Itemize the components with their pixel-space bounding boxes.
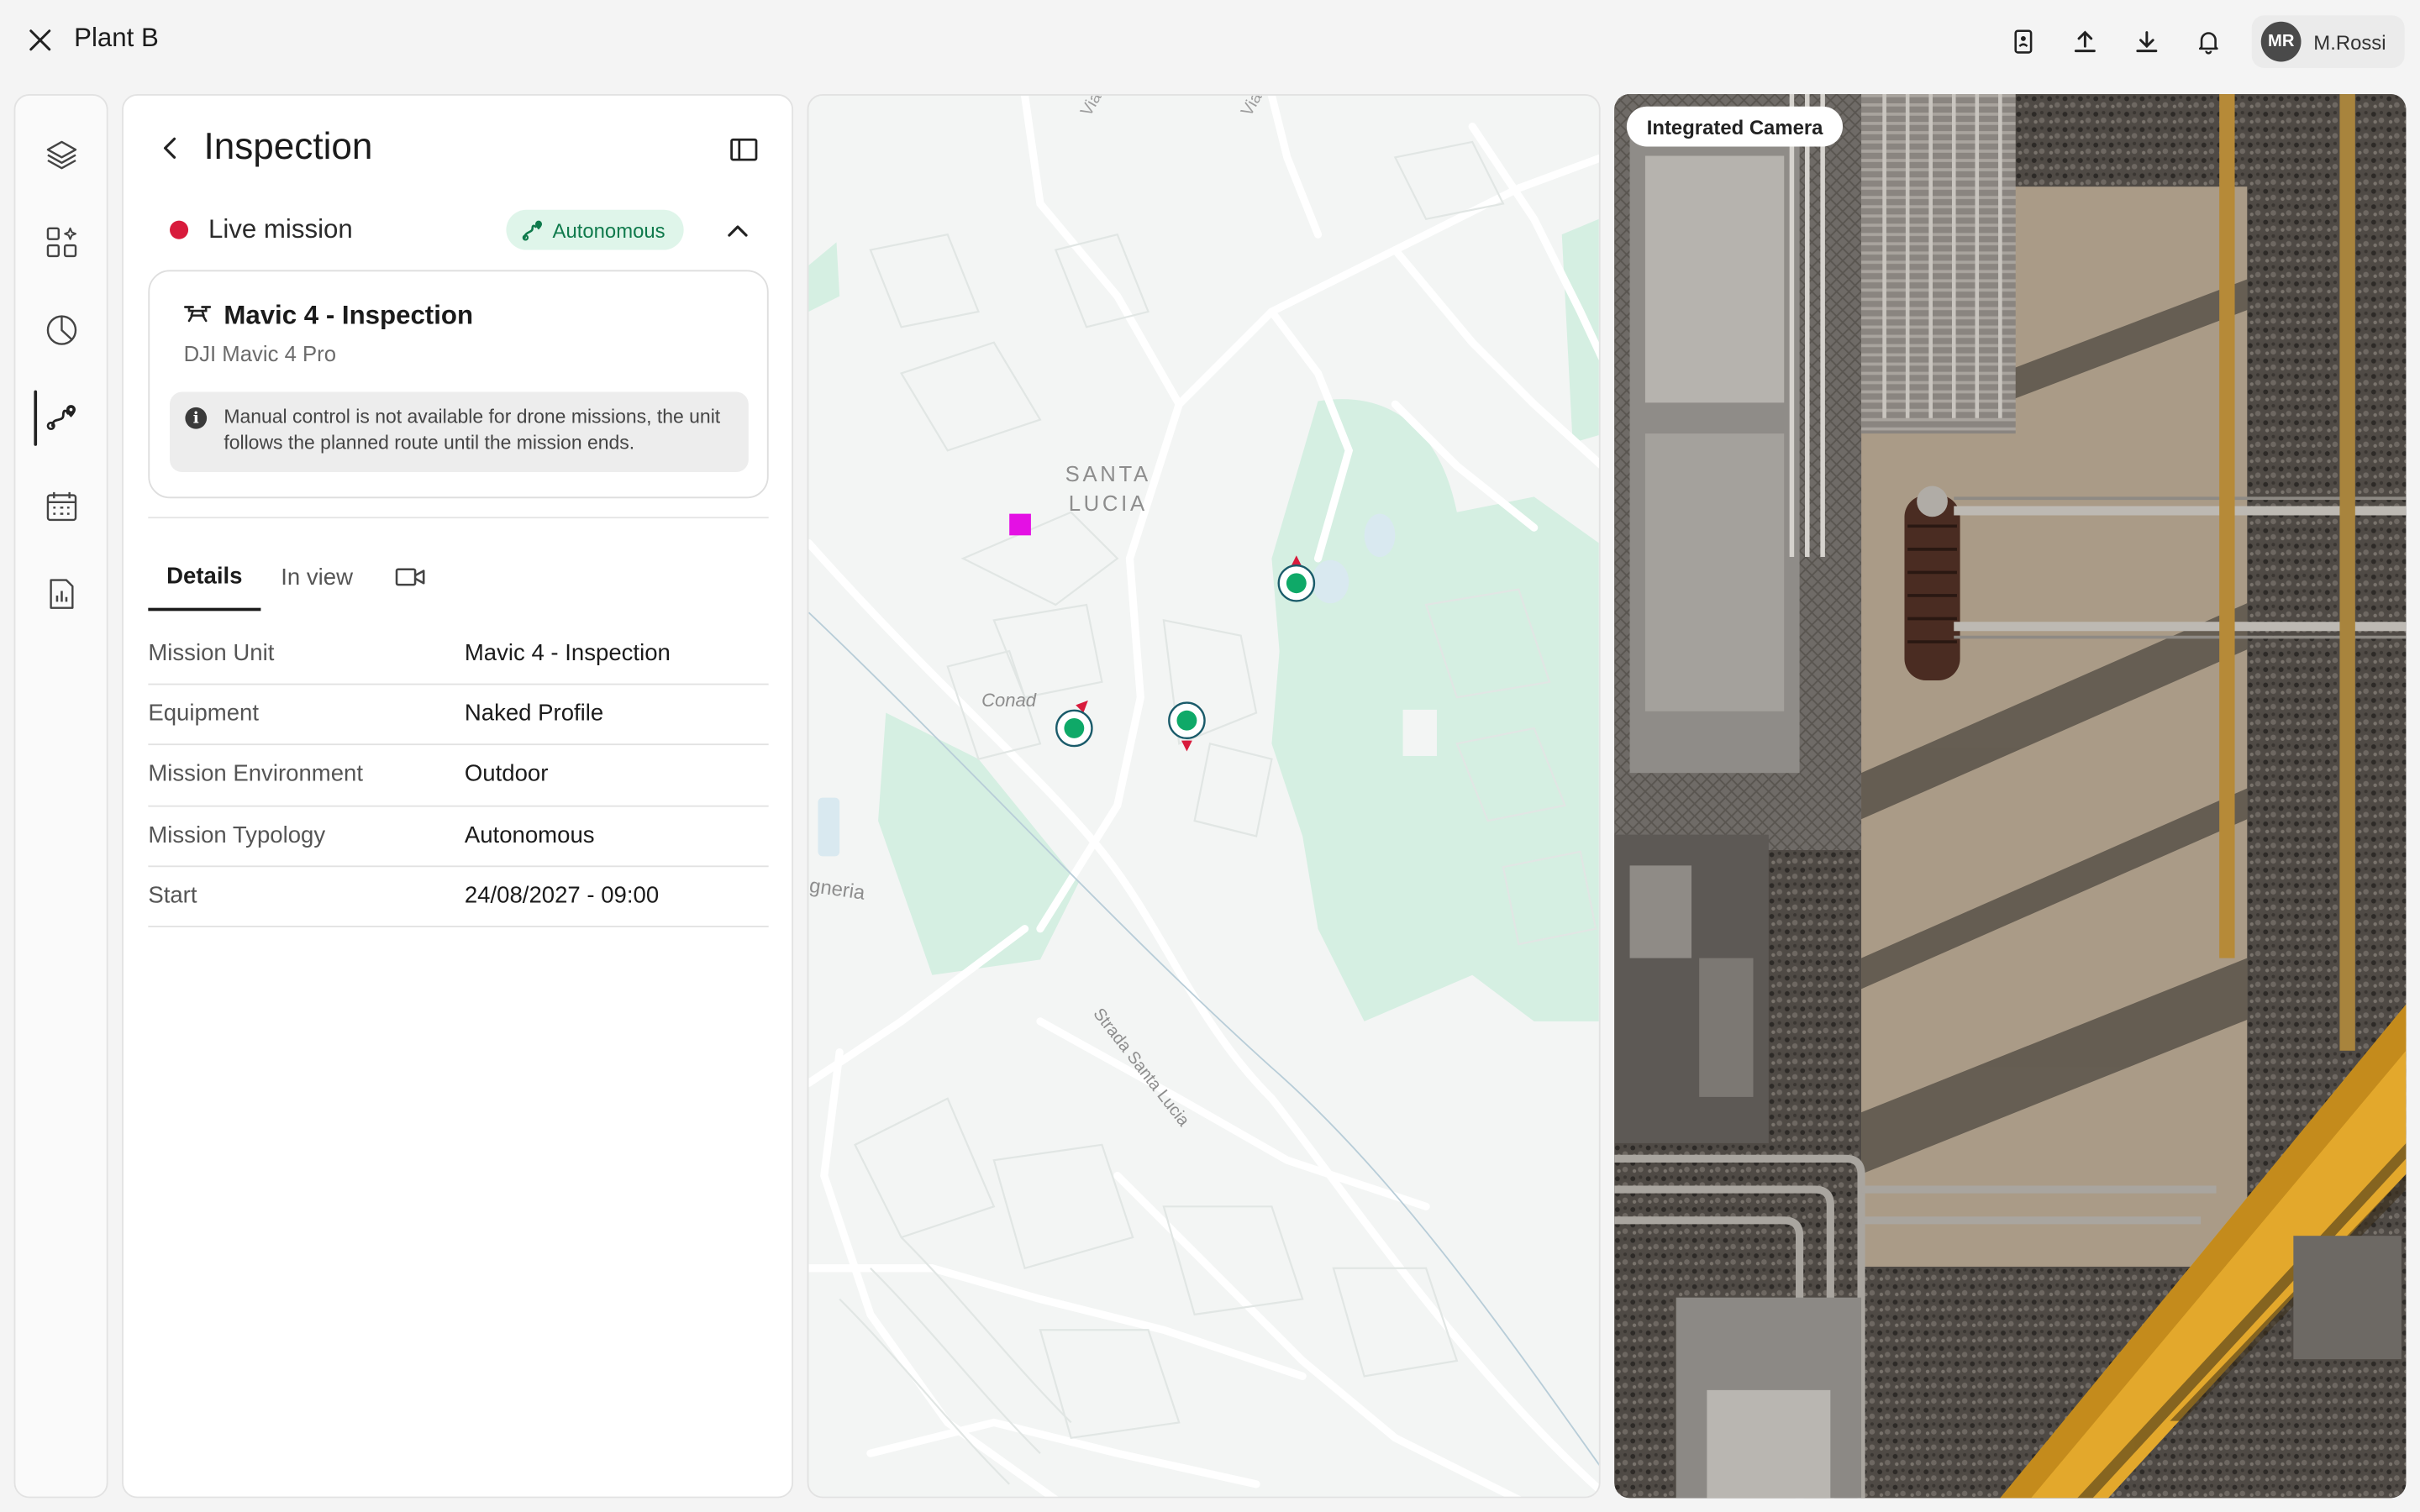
camera-feed: Integrated Camera [1614,94,2407,1499]
user-badge-icon[interactable] [1992,15,2054,67]
live-status-dot [170,220,189,239]
detail-label: Mission Unit [148,640,275,667]
drone-icon [184,306,212,323]
top-bar: Plant B MR M.Rossi [0,0,2420,83]
chevron-up-icon[interactable] [721,213,755,246]
detail-label: Start [148,882,197,909]
drone-marker[interactable] [1054,700,1094,750]
district-label-line1: SANTA [1065,463,1151,486]
app-title: Plant B [74,23,159,53]
panel-title: Inspection [203,126,373,169]
unit-card: Mavic 4 - Inspection DJI Mavic 4 Pro i M… [148,270,769,499]
unit-model: DJI Mavic 4 Pro [183,340,337,366]
widgets-icon[interactable] [31,212,92,273]
district-label-line2: LUCIA [1069,492,1148,516]
detail-label: Equipment [148,701,260,727]
detail-row: Start 24/08/2027 - 09:00 [148,867,769,927]
drone-marker[interactable] [1167,701,1207,753]
upload-icon[interactable] [2054,15,2116,67]
detail-value: Naked Profile [464,701,604,727]
mission-status-label: Live mission [208,214,353,244]
user-name: M.Rossi [2313,29,2386,54]
missions-icon[interactable] [31,387,92,449]
mission-panel: Inspection Live mission Autonomous Mavic… [122,94,794,1499]
video-camera-icon[interactable] [395,543,429,612]
route-icon [522,220,543,241]
mode-badge-label: Autonomous [552,218,666,242]
bell-icon[interactable] [2178,15,2239,67]
detail-row: Mission Unit Mavic 4 - Inspection [148,625,769,685]
street-label-top1: Via [1077,96,1106,119]
detail-value: Autonomous [464,822,595,848]
target-marker[interactable] [1009,513,1031,536]
unit-name: Mavic 4 - Inspection [224,301,474,331]
detail-value: Outdoor [464,761,549,788]
download-icon[interactable] [2116,15,2177,67]
notice-text: Manual control is not available for dron… [224,406,721,454]
detail-row: Mission Environment Outdoor [148,746,769,806]
calendar-icon[interactable] [31,475,92,537]
unit-header: Mavic 4 - Inspection [184,301,473,332]
tab-in-view[interactable]: In view [281,543,353,612]
tab-details[interactable]: Details [148,543,261,612]
avatar: MR [2260,21,2302,62]
layers-icon[interactable] [31,123,92,185]
street-label-partial: gneria [808,874,866,905]
mission-map[interactable]: SANTA LUCIA Conad gneria Strada Santa Lu… [807,94,1601,1499]
report-icon[interactable] [31,563,92,624]
detail-value: 24/08/2027 - 09:00 [464,882,660,909]
street-label-strada: Strada Santa Lucia [1089,1005,1193,1130]
detail-label: Mission Typology [148,822,326,848]
camera-frame [1614,94,2407,1499]
divider [148,517,769,519]
user-menu[interactable]: MR M.Rossi [2251,15,2405,68]
drone-marker[interactable] [1276,555,1317,605]
street-label-top2: Via [1238,96,1266,119]
detail-row: Equipment Naked Profile [148,685,769,746]
app-window: Plant B MR M.Rossi Inspection Live missi… [0,0,2420,1512]
toggle-panel-icon[interactable] [727,133,760,166]
poi-label: Conad [981,690,1037,711]
detail-row: Mission Typology Autonomous [148,806,769,867]
back-button[interactable] [151,129,188,166]
analytics-icon[interactable] [31,299,92,360]
panel-header: Inspection [124,96,792,204]
nav-rail [13,94,108,1499]
camera-label: Integrated Camera [1626,106,1844,147]
mission-status-row: Live mission Autonomous [170,207,764,253]
mode-badge: Autonomous [506,209,684,250]
detail-label: Mission Environment [148,761,364,788]
detail-list: Mission Unit Mavic 4 - Inspection Equipm… [148,625,769,927]
map-canvas: SANTA LUCIA Conad gneria Strada Santa Lu… [808,95,1599,1497]
manual-control-notice: i Manual control is not available for dr… [170,391,749,473]
close-icon[interactable] [22,22,59,59]
detail-value: Mavic 4 - Inspection [464,640,671,667]
top-actions: MR M.Rossi [1992,15,2405,68]
info-icon: i [185,407,208,429]
detail-tabs: Details In view [148,543,768,612]
